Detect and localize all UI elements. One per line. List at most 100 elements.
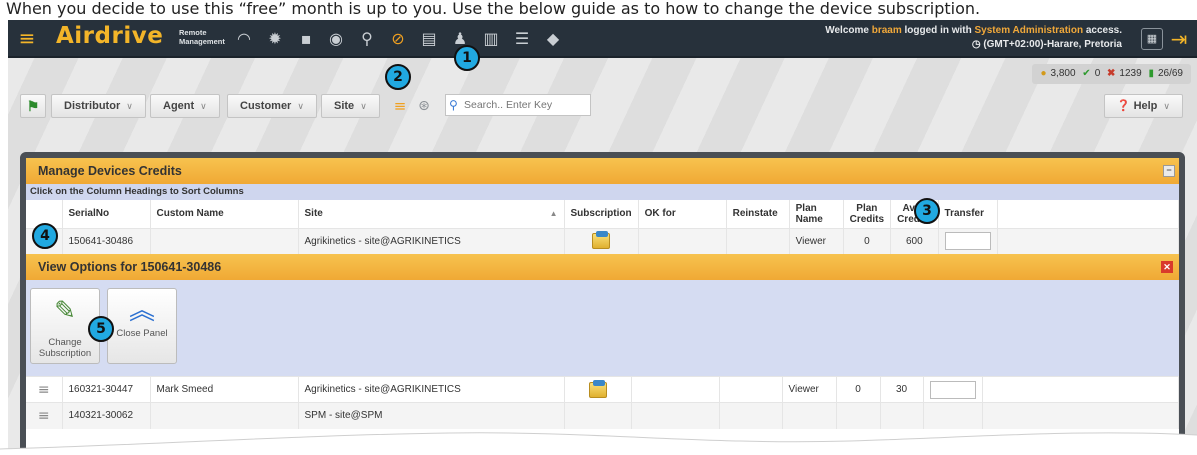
help-label: Help — [1133, 100, 1158, 112]
error-count: 1239 — [1119, 68, 1142, 79]
callout-marker: 4 — [32, 223, 58, 249]
devices-count: 26/69 — [1157, 68, 1183, 79]
brand-subtitle: Remote Management — [179, 28, 225, 46]
book-icon[interactable]: ▥ — [480, 28, 502, 50]
eye-icon[interactable]: ◉ — [325, 28, 347, 50]
close-panel-label: Close Panel — [116, 328, 168, 339]
collapse-icon[interactable]: − — [1163, 165, 1175, 177]
error-icon: ✖ — [1107, 68, 1116, 79]
edit-document-icon: ✎ — [54, 296, 76, 326]
options-panel-body: ✎ Change Subscription ︽ Close Panel — [26, 280, 1179, 376]
hamburger-menu-icon[interactable]: ≡ — [14, 26, 40, 52]
callout-marker: 5 — [88, 316, 114, 342]
credits-count: 3,800 — [1050, 68, 1076, 79]
col-subscription[interactable]: Subscription — [564, 200, 639, 228]
agent-dropdown[interactable]: Agent ∨ — [150, 94, 220, 118]
chevron-down-icon: ∨ — [200, 101, 207, 111]
globe-icon[interactable]: ⊛ — [413, 95, 435, 117]
options-panel-header: View Options for 150641-30486 ✕ — [26, 254, 1179, 280]
callout-marker: 1 — [454, 45, 480, 71]
subscription-bucket-icon[interactable] — [592, 231, 611, 250]
cell-plan-credits: 0 — [843, 227, 892, 254]
hierarchy-icon[interactable]: ⚲ — [356, 28, 378, 50]
list-icon[interactable]: ☰ — [511, 28, 533, 50]
panel-header: Manage Devices Credits − — [26, 158, 1179, 184]
transfer-input[interactable] — [929, 380, 976, 399]
welcome-message: Welcome braam logged in with System Admi… — [825, 25, 1122, 36]
credits-table: SerialNo Custom Name Site ▲ Subscription … — [26, 200, 1179, 254]
access-role: System Administration — [974, 25, 1084, 36]
table-header-row: SerialNo Custom Name Site ▲ Subscription … — [26, 200, 1179, 228]
settings-icon[interactable]: ✹ — [264, 28, 286, 50]
distributor-dropdown[interactable]: Distributor ∨ — [51, 94, 146, 118]
cell-plan-name: Viewer — [789, 227, 844, 254]
sort-hint: Click on the Column Headings to Sort Col… — [26, 184, 1179, 200]
transfer-input[interactable] — [944, 232, 991, 251]
distributor-label: Distributor — [64, 100, 121, 112]
cell-plan-name: Viewer — [782, 376, 837, 403]
welcome-suffix: access. — [1083, 25, 1122, 36]
sort-asc-icon: ▲ — [549, 209, 558, 219]
apps-icon[interactable]: ▪ — [295, 28, 317, 50]
device-icon: ▮ — [1148, 68, 1154, 79]
col-site-label: Site — [304, 208, 323, 220]
timezone-label: ◷ (GMT+02:00)-Harare, Pretoria — [972, 39, 1122, 50]
col-reinstate[interactable]: Reinstate — [726, 200, 790, 228]
table-row: ≡ 160321-30447 Mark Smeed Agrikinetics -… — [26, 376, 1179, 403]
chevron-down-icon: ∨ — [360, 101, 367, 111]
col-ok-for[interactable]: OK for — [638, 200, 727, 228]
cell-ok-for — [638, 227, 727, 254]
close-icon[interactable]: ✕ — [1161, 261, 1173, 273]
document-icon[interactable]: ▤ — [418, 28, 440, 50]
clock-icon: ◷ — [971, 39, 984, 50]
table-row: ≡ 150641-30486 Agrikinetics - site@AGRIK… — [26, 227, 1179, 254]
cell-site: Agrikinetics - site@AGRIKINETICS — [298, 227, 565, 254]
cell-avail-credits: 30 — [880, 376, 924, 403]
cell-site: Agrikinetics - site@AGRIKINETICS — [298, 376, 565, 403]
signpost-button[interactable]: ⚑ — [20, 94, 46, 118]
cell-avail-credits: 600 — [890, 227, 939, 254]
timezone-text: (GMT+02:00)-Harare, Pretoria — [983, 39, 1122, 50]
subscription-bucket-icon[interactable] — [588, 379, 607, 398]
logout-icon[interactable]: ⇥ — [1167, 26, 1191, 52]
grid-view-icon[interactable]: ▦ — [1141, 28, 1163, 50]
help-dropdown[interactable]: ❓ Help ∨ — [1103, 94, 1183, 118]
col-serial[interactable]: SerialNo — [62, 200, 151, 228]
col-custom-name[interactable]: Custom Name — [150, 200, 299, 228]
username: braam — [871, 25, 902, 36]
chevron-down-icon: ∨ — [126, 101, 133, 111]
row-menu-icon[interactable]: ≡ — [38, 382, 50, 398]
bell-icon[interactable]: ◆ — [542, 28, 564, 50]
ok-count: 0 — [1094, 68, 1101, 79]
double-chevron-up-icon: ︽ — [128, 296, 155, 326]
customer-dropdown[interactable]: Customer ∨ — [227, 94, 317, 118]
cell-custom-name: Mark Smeed — [150, 376, 299, 403]
close-panel-button[interactable]: ︽ Close Panel — [107, 288, 177, 364]
brand-logo: Airdrive — [56, 23, 164, 49]
welcome-prefix: Welcome — [825, 25, 872, 36]
help-icon: ❓ — [1116, 100, 1131, 112]
chevron-down-icon: ∨ — [1163, 101, 1170, 111]
col-site[interactable]: Site ▲ — [298, 200, 565, 228]
col-transfer[interactable]: Transfer — [938, 200, 998, 228]
col-plan-name[interactable]: Plan Name — [789, 200, 844, 228]
search-input[interactable] — [464, 96, 588, 114]
col-plan-credits[interactable]: Plan Credits — [843, 200, 892, 228]
cell-plan-credits: 0 — [836, 376, 881, 403]
cell-custom-name — [150, 227, 299, 254]
cell-serial: 150641-30486 — [62, 227, 151, 254]
coins-icon: ● — [1040, 68, 1047, 79]
welcome-mid: logged in with — [901, 25, 975, 36]
dashboard-icon[interactable]: ◠ — [233, 28, 255, 50]
chevron-down-icon: ∨ — [297, 101, 304, 111]
search-box: ⚲ — [445, 94, 591, 116]
status-counters: ● 3,800 ✔ 0 ✖ 1239 ▮ 26/69 — [1032, 64, 1191, 84]
col-spacer — [997, 200, 1179, 228]
list-view-icon[interactable]: ≡ — [389, 95, 411, 117]
cell-serial: 160321-30447 — [62, 376, 151, 403]
site-dropdown[interactable]: Site ∨ — [321, 94, 380, 118]
change-subscription-label: Change Subscription — [38, 337, 92, 359]
subscription-icon[interactable]: ⊘ — [387, 28, 409, 50]
search-icon[interactable]: ⚲ — [449, 95, 463, 115]
customer-label: Customer — [240, 100, 292, 112]
